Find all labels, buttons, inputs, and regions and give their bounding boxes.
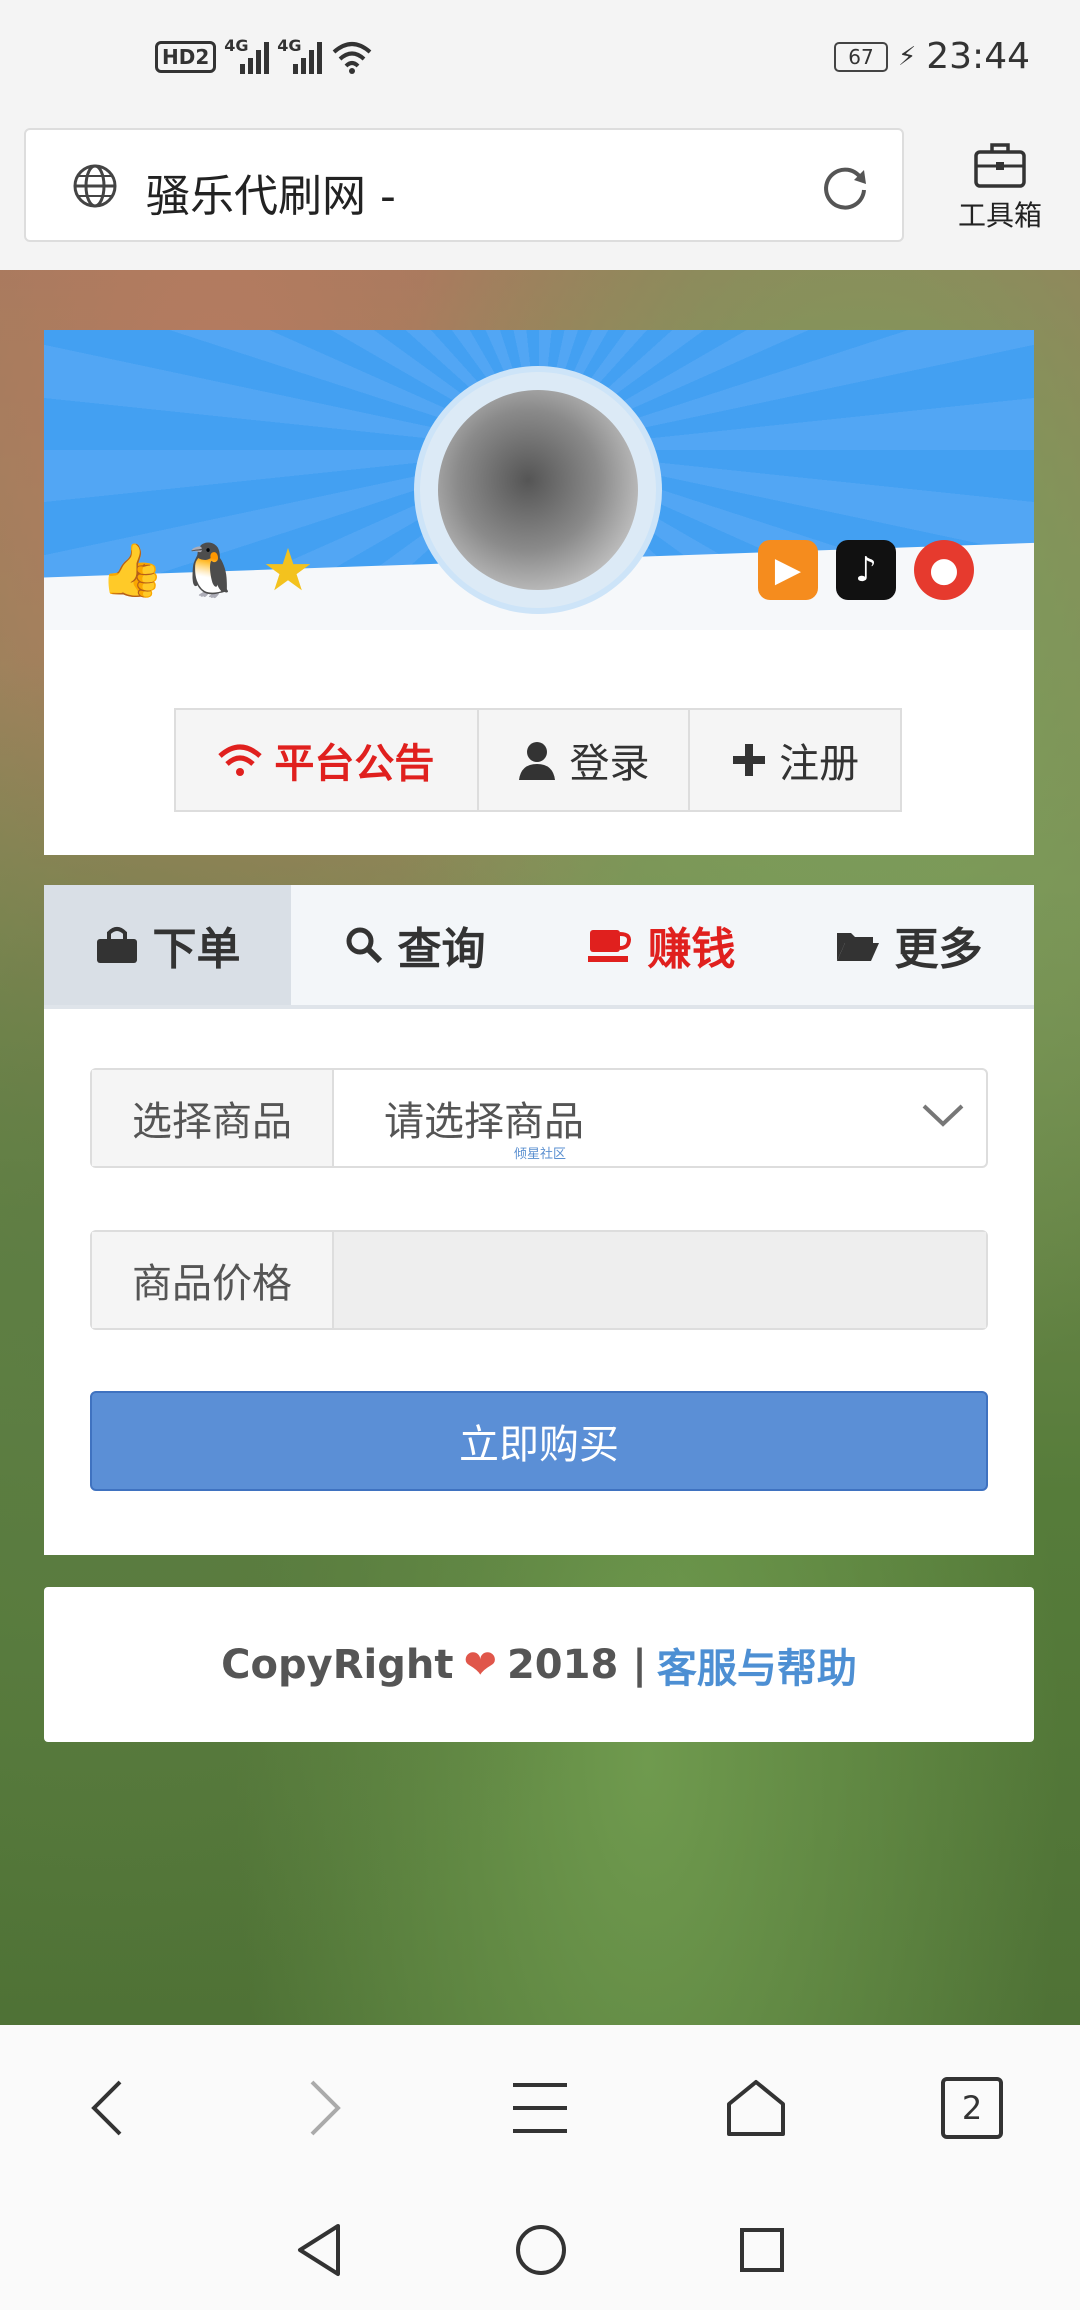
product-placeholder: 请选择商品 — [384, 1099, 584, 1145]
signal-icon: 4G — [224, 36, 270, 74]
chevron-down-icon — [922, 1104, 964, 1127]
copyright-year: 2018 | — [506, 1641, 647, 1688]
forward-button[interactable] — [274, 2058, 374, 2158]
toolbox-button[interactable]: 工具箱 — [950, 140, 1050, 234]
chevron-right-icon — [310, 2080, 341, 2135]
clock: 23:44 — [926, 36, 1030, 77]
folder-open-icon — [836, 933, 879, 961]
plus-icon — [733, 744, 766, 776]
toolbox-label: 工具箱 — [957, 199, 1042, 232]
menu-icon — [513, 2082, 567, 2133]
tab-query-label: 查询 — [397, 924, 486, 975]
product-label: 选择商品 — [92, 1070, 334, 1166]
kuaishou-icon: ▶ — [758, 540, 818, 600]
tab-more[interactable]: 更多 — [785, 885, 1032, 1005]
toolbox-icon — [974, 143, 1026, 188]
home-icon — [727, 2079, 785, 2136]
product-select[interactable]: 请选择商品 倾星社区 — [334, 1070, 986, 1166]
globe-icon — [73, 164, 117, 208]
tabs-button[interactable]: 2 — [922, 2058, 1022, 2158]
signal-label-2: 4G — [277, 36, 302, 55]
coffee-cup-icon — [587, 930, 631, 962]
order-tabs: 下单 查询 赚钱 更多 — [44, 885, 1034, 1009]
wifi-icon — [218, 744, 262, 776]
qq-penguin-icon: 🐧 — [177, 540, 243, 601]
user-icon — [519, 742, 556, 780]
hd-indicator: HD2 — [155, 41, 217, 73]
tabs-count: 2 — [941, 2076, 1003, 2139]
bird-icon: ● — [914, 540, 974, 600]
nav-home-icon[interactable] — [514, 2223, 568, 2277]
tab-order[interactable]: 下单 — [44, 885, 291, 1005]
tab-more-label: 更多 — [894, 924, 983, 975]
login-button[interactable]: 登录 — [479, 710, 691, 810]
shopping-bag-icon — [96, 927, 137, 963]
status-right: 67 ⚡ 23:44 — [833, 36, 1030, 77]
back-button[interactable] — [58, 2058, 158, 2158]
tab-query[interactable]: 查询 — [291, 885, 538, 1005]
search-icon — [346, 927, 382, 964]
tab-earn[interactable]: 赚钱 — [538, 885, 785, 1005]
signal-label: 4G — [224, 36, 249, 55]
header-button-group: 平台公告 登录 注册 — [174, 708, 902, 812]
price-label: 商品价格 — [92, 1232, 334, 1328]
battery-icon: 67 — [833, 41, 888, 72]
heart-icon: ❤ — [463, 1641, 497, 1688]
product-select-group: 选择商品 请选择商品 倾星社区 — [90, 1068, 988, 1168]
home-button[interactable] — [706, 2058, 806, 2158]
nav-recents-icon[interactable] — [738, 2226, 786, 2274]
social-icons-right: ▶ ♪ ● — [758, 540, 974, 600]
notice-button[interactable]: 平台公告 — [176, 710, 479, 810]
signal-icon-2: 4G — [277, 36, 323, 74]
status-bar: HD2 4G 4G 67 ⚡ 23:44 — [0, 0, 1080, 120]
tab-order-label: 下单 — [152, 924, 241, 975]
login-label: 登录 — [569, 741, 650, 787]
star-icon: ★ — [262, 536, 314, 604]
system-nav-bar — [0, 2190, 1080, 2310]
copyright-text: CopyRight — [221, 1641, 454, 1688]
price-field — [334, 1232, 986, 1328]
order-card: 下单 查询 赚钱 更多 选择商品 请选择商品 倾星社区 商品价格 立即购买 — [44, 885, 1034, 1555]
charging-icon: ⚡ — [897, 41, 917, 72]
footer-card: CopyRight ❤ 2018 | 客服与帮助 — [44, 1587, 1034, 1742]
header-banner: 👍 🐧 ★ ▶ ♪ ● — [44, 330, 1034, 630]
buy-now-button[interactable]: 立即购买 — [90, 1391, 988, 1491]
price-group: 商品价格 — [90, 1230, 988, 1330]
help-link[interactable]: 客服与帮助 — [657, 1636, 857, 1694]
social-icons-left: 👍 🐧 ★ — [99, 536, 318, 604]
menu-button[interactable] — [490, 2058, 590, 2158]
avatar — [420, 372, 656, 608]
register-button[interactable]: 注册 — [690, 710, 900, 810]
tiktok-icon: ♪ — [836, 540, 896, 600]
thumbs-up-icon: 👍 — [99, 540, 165, 601]
notice-label: 平台公告 — [274, 741, 435, 787]
status-left: HD2 4G 4G — [155, 36, 372, 74]
nav-back-icon[interactable] — [294, 2222, 344, 2278]
browser-nav-bar: 2 — [0, 2025, 1080, 2190]
watermark-text: 倾星社区 — [514, 1147, 567, 1162]
tab-earn-label: 赚钱 — [647, 924, 736, 975]
address-bar[interactable]: 骚乐代刷网 - — [24, 128, 904, 242]
page-title: 骚乐代刷网 - — [146, 171, 396, 222]
register-label: 注册 — [779, 741, 860, 787]
reload-icon[interactable] — [818, 160, 872, 214]
wifi-icon — [332, 42, 372, 74]
header-card: 👍 🐧 ★ ▶ ♪ ● 平台公告 登录 注册 — [44, 330, 1034, 855]
chevron-left-icon — [91, 2080, 122, 2135]
